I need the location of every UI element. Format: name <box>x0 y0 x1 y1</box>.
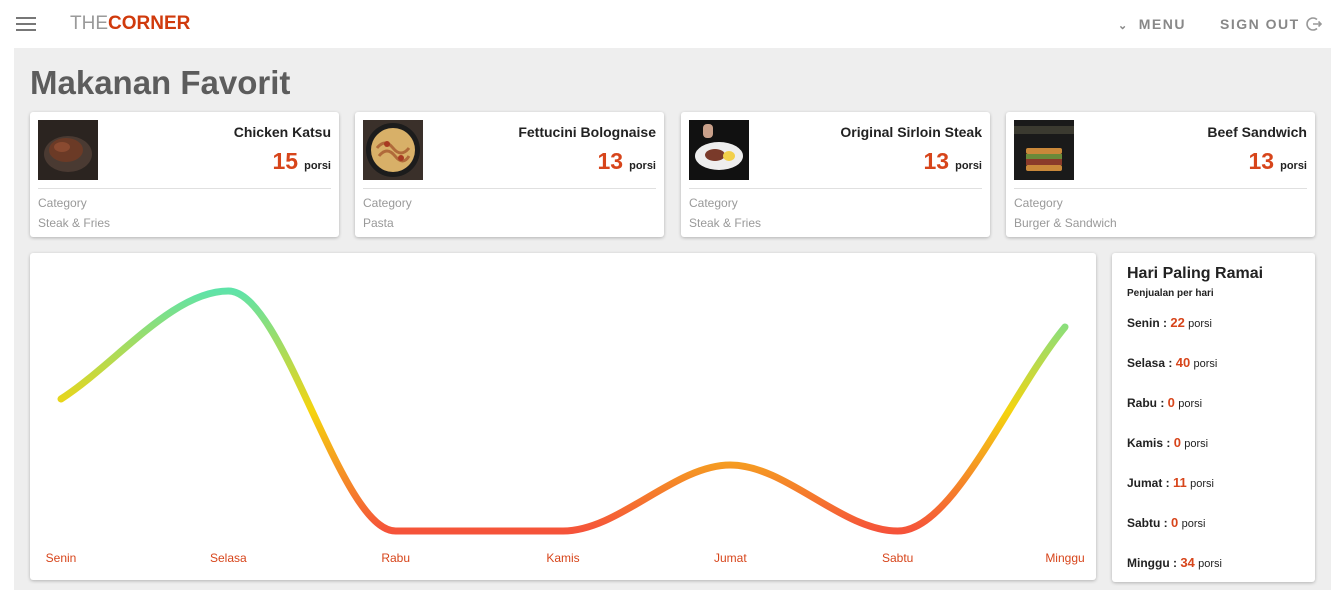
x-tick-label: Kamis <box>546 551 579 565</box>
x-tick-label: Minggu <box>1045 551 1084 565</box>
data-point-rabu <box>393 528 399 534</box>
food-photo <box>363 120 423 180</box>
count-unit: porsi <box>955 160 982 172</box>
x-tick-label: Rabu <box>381 551 410 565</box>
x-tick-label: Selasa <box>210 551 247 565</box>
count-value: 15 <box>272 148 299 174</box>
page-title: Makanan Favorit <box>30 64 291 101</box>
category-label: Category <box>689 196 738 210</box>
count-unit: porsi <box>304 160 331 172</box>
food-card[interactable]: Fettucini Bolognaise 13 porsi Category Pa… <box>355 112 664 237</box>
data-point-minggu <box>1062 324 1068 330</box>
category-value: Steak & Fries <box>689 216 762 230</box>
data-point-selasa <box>225 288 231 294</box>
busiest-days-panel: Hari Paling Ramai Penjualan per hari Sen… <box>1112 253 1315 582</box>
data-point-kamis <box>560 528 566 534</box>
food-photo <box>38 120 98 180</box>
count-unit: porsi <box>629 160 656 172</box>
divider <box>1014 188 1307 189</box>
data-point-senin <box>58 396 64 402</box>
food-count: 13 porsi <box>924 148 983 175</box>
day-row: Jumat : 11 porsi <box>1127 475 1214 490</box>
logout-icon <box>1305 17 1322 31</box>
count-value: 13 <box>1248 148 1275 174</box>
category-label: Category <box>38 196 87 210</box>
food-card[interactable]: Chicken Katsu 15 porsi Category Steak & F… <box>30 112 339 237</box>
count-value: 13 <box>923 148 950 174</box>
category-value: Steak & Fries <box>38 216 111 230</box>
food-name: Fettucini Bolognaise <box>518 124 656 140</box>
food-count: 13 porsi <box>598 148 657 175</box>
app-logo[interactable]: THECORNER <box>70 13 190 35</box>
food-count: 13 porsi <box>1249 148 1308 175</box>
x-tick-label: Sabtu <box>882 551 913 565</box>
category-label: Category <box>363 196 412 210</box>
top-navbar: THECORNER ⌄ MENU SIGN OUT <box>0 0 1341 48</box>
category-value: Pasta <box>363 216 394 230</box>
count-value: 13 <box>597 148 624 174</box>
x-tick-label: Senin <box>46 551 77 565</box>
panel-subtitle: Penjualan per hari <box>1127 288 1214 299</box>
food-name: Beef Sandwich <box>1207 124 1307 140</box>
count-unit: porsi <box>1280 160 1307 172</box>
divider <box>38 188 331 189</box>
food-card[interactable]: Beef Sandwich 13 porsi Category Burger & … <box>1006 112 1315 237</box>
data-point-sabtu <box>895 528 901 534</box>
divider <box>689 188 982 189</box>
food-name: Original Sirloin Steak <box>840 124 982 140</box>
menu-label: MENU <box>1138 16 1186 32</box>
sign-out-button[interactable]: SIGN OUT <box>1220 16 1322 32</box>
main-content: Makanan Favorit Chicken Katsu 15 porsi Ca… <box>14 48 1331 590</box>
food-photo <box>1014 120 1074 180</box>
category-label: Category <box>1014 196 1063 210</box>
data-point-jumat <box>727 462 733 468</box>
food-card[interactable]: Original Sirloin Steak 13 porsi Category … <box>681 112 990 237</box>
menu-dropdown[interactable]: ⌄ MENU <box>1118 16 1186 32</box>
sales-series-line <box>57 287 1069 535</box>
day-row: Rabu : 0 porsi <box>1127 395 1203 410</box>
x-tick-label: Jumat <box>714 551 747 565</box>
day-row: Kamis : 0 porsi <box>1127 435 1209 450</box>
chart-canvas: Senin Selasa Rabu Kamis Jumat Sabtu Minggu <box>46 287 1085 565</box>
day-row: Minggu : 34 porsi <box>1127 555 1222 570</box>
food-photo <box>689 120 749 180</box>
panel-title: Hari Paling Ramai <box>1127 265 1264 282</box>
hamburger-menu-icon[interactable] <box>16 17 36 31</box>
sign-out-label: SIGN OUT <box>1220 16 1300 32</box>
food-count: 15 porsi <box>273 148 332 175</box>
day-row: Sabtu : 0 porsi <box>1127 515 1206 530</box>
divider <box>363 188 656 189</box>
sales-line-chart: Senin Selasa Rabu Kamis Jumat Sabtu Minggu <box>30 253 1096 580</box>
day-row: Senin : 22 porsi <box>1127 315 1212 330</box>
category-value: Burger & Sandwich <box>1014 216 1117 230</box>
chevron-down-icon: ⌄ <box>1118 20 1129 32</box>
day-row: Selasa : 40 porsi <box>1127 355 1218 370</box>
food-name: Chicken Katsu <box>233 124 331 140</box>
